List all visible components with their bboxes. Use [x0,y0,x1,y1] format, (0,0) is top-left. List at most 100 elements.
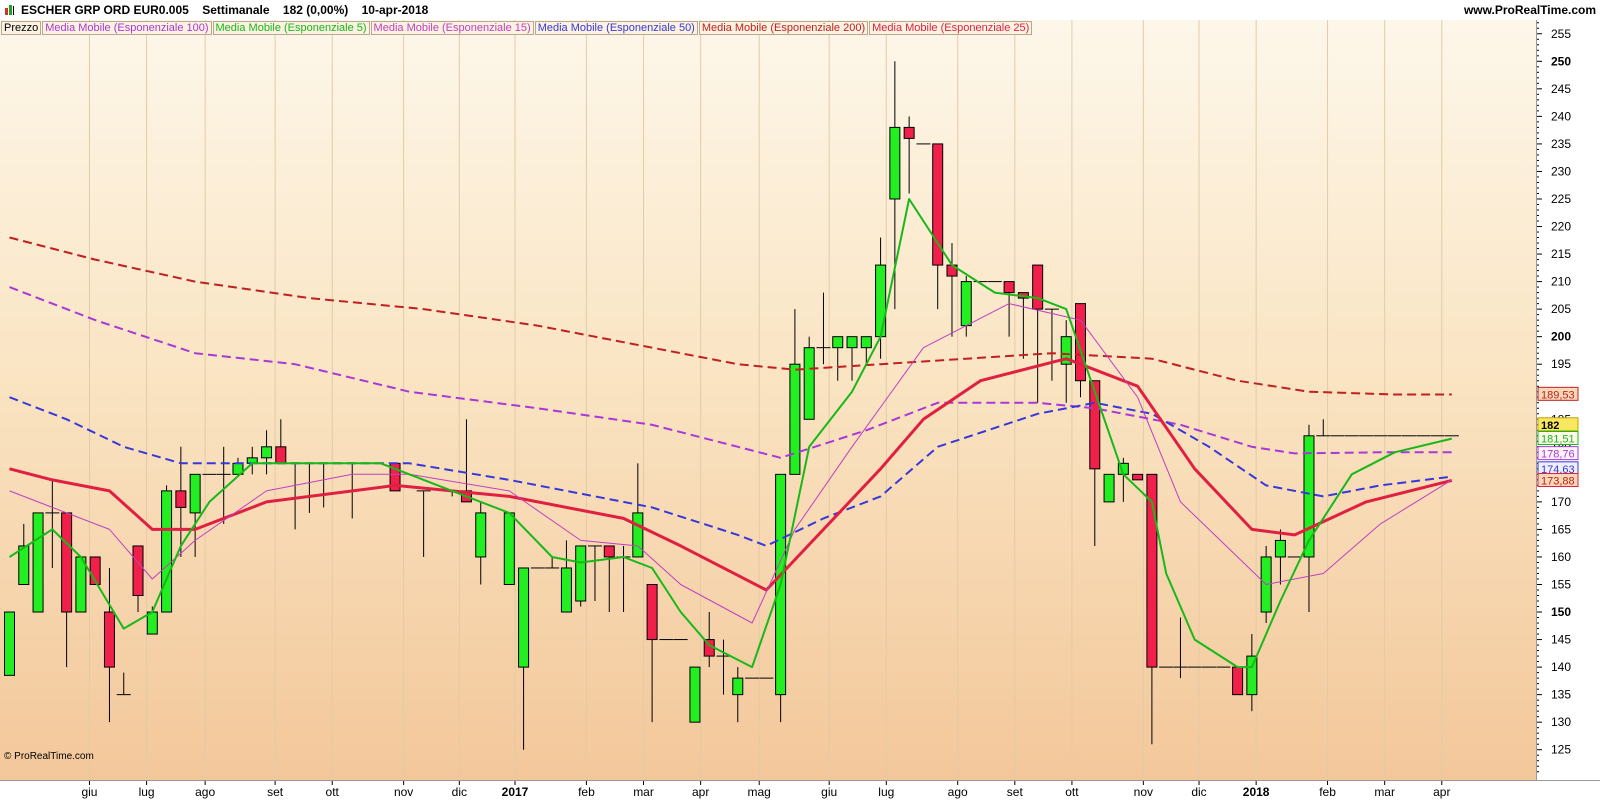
timeframe-label: Settimanale [202,3,270,17]
price-tag-label: 173,88 [1541,476,1575,488]
legend-item-ema200[interactable]: Media Mobile (Esponenziale 200) [698,21,869,35]
price-tag-label: 182 [1541,420,1559,432]
y-tick-label: 130 [1551,715,1571,729]
candle-up [575,545,587,602]
price-tag-label: 181,51 [1541,433,1575,445]
x-tick-label: lug [139,785,155,799]
y-tick-label: 210 [1551,275,1571,289]
candle-down [275,446,287,464]
y-tick-label: 165 [1551,522,1571,536]
x-tick-label: ago [195,785,215,799]
x-tick-label: mar [1374,785,1395,799]
candle-down [646,583,658,641]
candle-up [560,567,572,613]
price-tag-label: 178,76 [1541,449,1575,461]
candle-up [632,512,644,558]
legend-item-ema25[interactable]: Media Mobile (Esponenziale 25) [869,21,1033,35]
ma-line [9,286,1452,459]
candle-down [1232,666,1244,696]
ma-line [8,198,1453,669]
y-tick-label: 195 [1551,357,1571,371]
legend-item-ema100[interactable]: Media Mobile (Esponenziale 100) [42,21,212,35]
x-tick-label: lug [878,785,894,799]
x-tick-label: mar [633,785,654,799]
y-tick-label: 225 [1551,192,1571,206]
candle-up [32,512,44,613]
y-tick-label: 245 [1551,82,1571,96]
title-bar: ESCHER GRP ORD EUR0.005 Settimanale 182 … [0,0,1600,20]
y-tick-label: 240 [1551,109,1571,123]
y-tick-label: 205 [1551,302,1571,316]
y-tick-label: 145 [1551,633,1571,647]
candle-up [875,264,887,338]
grid-lines [88,20,1443,780]
ma-line [9,236,1452,396]
y-axis[interactable]: 1251301351401451501551601651701751801851… [1537,20,1600,780]
x-tick-label: set [1007,785,1024,799]
candle-down [175,490,187,508]
candle-up [518,567,530,668]
legend-item-ema50[interactable]: Media Mobile (Esponenziale 50) [534,21,698,35]
copyright: © ProRealTime.com [4,751,94,762]
y-tick-label: 135 [1551,688,1571,702]
x-tick-label: nov [1134,785,1153,799]
x-tick-label: giu [821,785,837,799]
legend-item-ema5[interactable]: Media Mobile (Esponenziale 5) [212,21,370,35]
x-tick-label: feb [1319,785,1336,799]
x-tick-label: dic [1191,785,1206,799]
site-url: www.ProRealTime.com [1463,3,1596,17]
y-tick-label: 215 [1551,247,1571,261]
candle-down [61,512,73,613]
candle-up [789,363,801,475]
price-chart[interactable] [0,20,1536,780]
candle-up [475,512,487,558]
candle-up [832,336,844,349]
candle-up [803,347,815,420]
candle-up [1103,473,1115,503]
x-tick-label: mag [748,785,771,799]
candle-down [1132,473,1144,481]
candle-down [103,611,115,668]
x-tick-label: ott [326,785,340,799]
candle-down [132,545,144,597]
last-price: 182 (0,00%) [282,3,349,17]
y-tick-label: 250 [1551,54,1571,68]
candle-up [261,446,273,459]
chart-window: ESCHER GRP ORD EUR0.005 Settimanale 182 … [0,0,1600,801]
candle-up [732,677,744,696]
y-tick-label: 155 [1551,577,1571,591]
y-axis-scale: 1251301351401451501551601651701751801851… [1537,22,1579,773]
x-tick-label: 2018 [1243,785,1270,799]
y-tick-label: 125 [1551,743,1571,757]
x-tick-label: set [267,785,284,799]
legend: Prezzo Media Mobile (Esponenziale 100) M… [1,21,1033,35]
y-tick-label: 150 [1551,605,1571,619]
x-tick-label: apr [1433,785,1450,799]
candle-down [903,126,915,139]
y-tick-label: 220 [1551,220,1571,234]
chart-date: 10-apr-2018 [361,3,429,17]
x-tick-label: ott [1065,785,1079,799]
legend-item-price[interactable]: Prezzo [1,21,42,35]
y-tick-label: 140 [1551,660,1571,674]
candle-up [889,126,901,200]
candle-down [1032,264,1044,310]
legend-item-ema15[interactable]: Media Mobile (Esponenziale 15) [370,21,534,35]
x-tick-label: apr [692,785,709,799]
candle-up [189,473,201,514]
x-axis[interactable]: giu lug ago set ott nov dic 2017 feb mar apr mag giu… [0,780,1600,801]
x-tick-label: nov [394,785,413,799]
plot-area[interactable] [0,20,1537,780]
candle-up [1274,539,1286,558]
moving-averages [8,198,1453,669]
candles [4,61,1459,750]
candle-up [4,611,15,676]
candle-up [75,556,87,613]
y-tick-label: 235 [1551,137,1571,151]
candle-up [146,611,158,635]
ma-line [9,396,1452,547]
candle-down [1003,281,1015,294]
y-tick-label: 200 [1551,330,1571,344]
y-tick-label: 255 [1551,27,1571,41]
candle-up [689,666,701,723]
